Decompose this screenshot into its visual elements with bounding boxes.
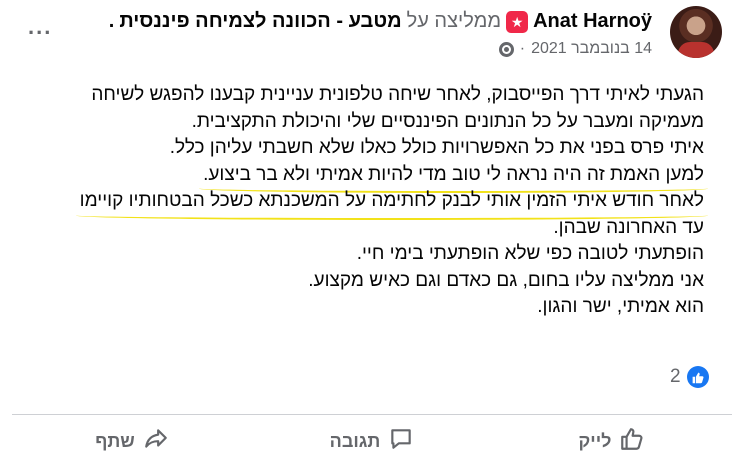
page-name-link[interactable]: מטבע - הכוונה לצמיחה פיננסית bbox=[119, 10, 401, 33]
like-button[interactable]: לייק bbox=[492, 416, 732, 466]
recommends-text: ממליצה על bbox=[406, 10, 502, 32]
post-line: מעמיקה ומעבר על כל הנתונים הפיננסיים שלי… bbox=[191, 110, 704, 132]
like-reaction-icon bbox=[686, 366, 709, 388]
comment-button[interactable]: תגובה bbox=[252, 416, 492, 466]
post-body: הגעתי לאיתי דרך הפייסבוק, לאחר שיחה טלפו… bbox=[20, 82, 709, 321]
reactions-summary[interactable]: 2 bbox=[670, 366, 709, 388]
post-line: הגעתי לאיתי דרך הפייסבוק, לאחר שיחה טלפו… bbox=[91, 84, 704, 105]
post-meta: 14 בנובמבר 2021 · bbox=[498, 40, 652, 58]
recommendation-icon: ★ bbox=[506, 10, 529, 33]
post-line-highlighted: לאחר חודש איתי הזמין אותי לבנק לחתימה על… bbox=[20, 188, 709, 219]
post-header: Anat Harnoÿ ★ ממליצה על מטבע - הכוונה לצ… bbox=[109, 10, 652, 33]
post-date[interactable]: 14 בנובמבר 2021 bbox=[531, 40, 652, 58]
like-icon bbox=[619, 426, 645, 457]
comment-icon bbox=[388, 426, 414, 457]
post-actions: לייק תגובה שתף bbox=[12, 416, 732, 466]
meta-separator: · bbox=[519, 40, 526, 57]
share-button[interactable]: שתף bbox=[12, 416, 252, 466]
share-icon bbox=[143, 426, 169, 457]
actions-divider bbox=[12, 414, 732, 415]
post-line: הופתעתי לטובה כפי שלא הופתעתי בימי חיי. bbox=[356, 243, 704, 264]
post-line: אני ממליצה עליו בחום, גם כאדם וגם כאיש מ… bbox=[308, 269, 704, 291]
page-suffix: . bbox=[108, 10, 115, 32]
post-line-highlighted: למען האמת זה היה נראה לי טוב מדי להיות א… bbox=[20, 162, 708, 193]
post-line: הוא אמיתי, ישר והגון. bbox=[537, 296, 704, 317]
reaction-count: 2 bbox=[670, 366, 681, 387]
avatar[interactable] bbox=[670, 6, 722, 58]
highlighted-text: לאחר חודש איתי הזמין אותי לבנק לחתימה על… bbox=[75, 188, 709, 219]
highlighted-text: למען האמת זה היה נראה לי טוב מדי להיות א… bbox=[199, 162, 708, 193]
post-line: איתי פרס בפני את כל האפשרויות כולל כאלו … bbox=[169, 137, 704, 158]
like-label: לייק bbox=[578, 430, 612, 451]
globe-icon bbox=[498, 41, 514, 57]
comment-label: תגובה bbox=[329, 430, 381, 451]
share-label: שתף bbox=[95, 430, 135, 451]
author-name[interactable]: Anat Harnoÿ bbox=[533, 10, 652, 33]
recommendation-post: Anat Harnoÿ ★ ממליצה על מטבע - הכוונה לצ… bbox=[0, 0, 744, 466]
more-options-button[interactable]: ... bbox=[28, 14, 52, 40]
